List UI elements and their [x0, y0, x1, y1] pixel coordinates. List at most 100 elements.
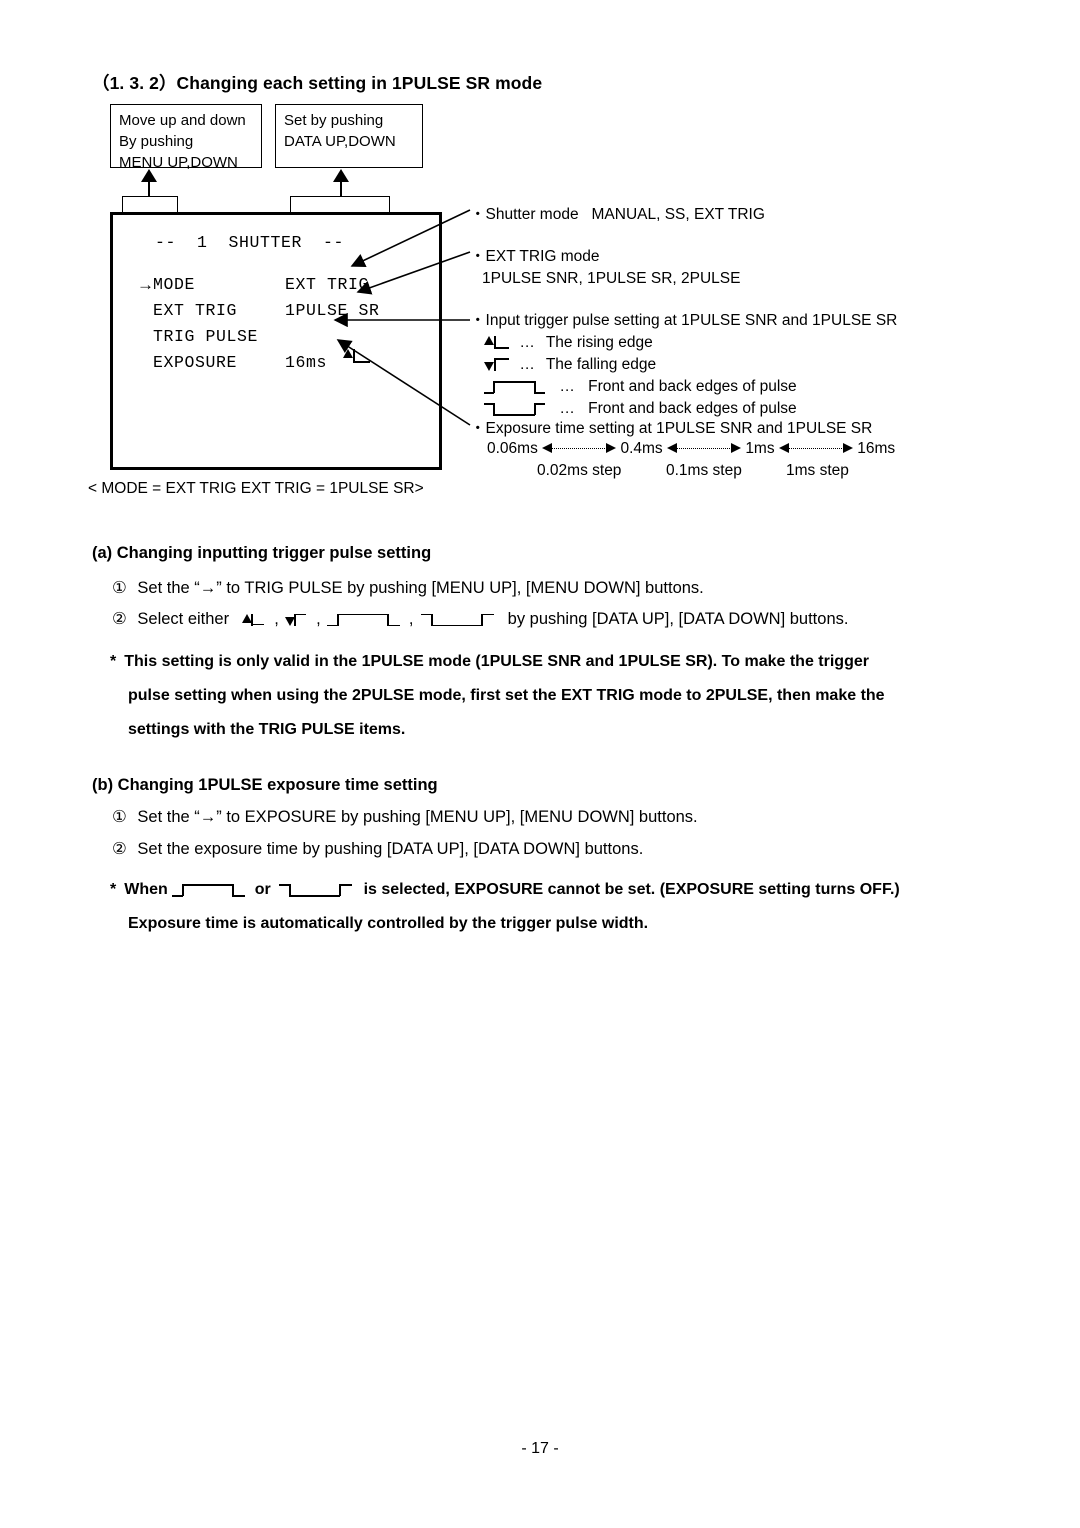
step-text-post: by pushing [DATA UP], [DATA DOWN] button…	[507, 610, 849, 628]
callout-menu-line3: MENU UP,DOWN	[119, 154, 238, 171]
annotation-exposure-label: Exposure time setting at 1PULSE SNR and …	[485, 420, 873, 437]
step-number: ②	[112, 840, 127, 858]
legend-falling-edge: … The falling edge	[484, 354, 656, 375]
callout-data-line2: DATA UP,DOWN	[284, 133, 396, 150]
annotation-shutter-mode-label: Shutter mode	[485, 206, 579, 223]
section-a-step-1: ① Set the “→” to TRIG PULSE by pushing […	[112, 578, 704, 598]
annotation-trig-pulse: ・Input trigger pulse setting at 1PULSE S…	[470, 310, 897, 331]
note-tail: is selected, EXPOSURE cannot be set. (EX…	[363, 881, 900, 898]
step-number: ①	[112, 808, 127, 826]
osd-row-label-exttrig: EXT TRIG	[153, 301, 238, 320]
legend-negative-pulse-text: Front and back edges of pulse	[588, 400, 797, 417]
legend-negative-pulse: … Front and back edges of pulse	[484, 398, 797, 419]
positive-pulse-icon	[327, 612, 401, 628]
range-arrow-3	[778, 443, 853, 454]
exposure-point-2: 1ms	[745, 440, 775, 457]
connector-arrowhead-menu	[141, 169, 157, 182]
step-text: Set the exposure time by pushing [DATA U…	[137, 840, 644, 858]
annotation-ext-trig-mode-label: EXT TRIG mode	[485, 248, 600, 265]
section-a-heading: (a) Changing inputting trigger pulse set…	[92, 544, 432, 562]
exposure-step-0: 0.02ms step	[537, 462, 622, 479]
comma: ,	[274, 610, 279, 628]
note-asterisk: *	[110, 653, 117, 670]
annotation-trig-pulse-label: Input trigger pulse setting at 1PULSE SN…	[485, 312, 898, 329]
comma: ,	[316, 610, 321, 628]
osd-row-label-trigpulse: TRIG PULSE	[153, 327, 259, 346]
section-a-note-line1: * This setting is only valid in the 1PULS…	[110, 645, 885, 679]
section-b-step-1: ① Set the “→” to EXPOSURE by pushing [ME…	[112, 807, 698, 827]
callout-data-updown: Set by pushing DATA UP,DOWN	[275, 104, 423, 168]
osd-row-label-mode: MODE	[153, 275, 196, 294]
annotation-ext-trig-mode-values: 1PULSE SNR, 1PULSE SR, 2PULSE	[482, 270, 741, 287]
legend-dots: …	[519, 356, 535, 373]
exposure-point-3: 16ms	[857, 440, 896, 457]
exposure-step-2: 1ms step	[786, 462, 849, 479]
negative-pulse-icon	[279, 882, 353, 898]
step-text: Set the “→” to EXPOSURE by pushing [MENU…	[137, 808, 698, 826]
legend-dots: …	[559, 378, 575, 395]
section-a-note: * This setting is only valid in the 1PULS…	[110, 645, 885, 747]
rising-edge-icon	[241, 612, 268, 628]
section-b-note-line2: Exposure time is automatically controlle…	[128, 915, 649, 932]
bullet-dot: ・	[470, 420, 486, 437]
annotation-exposure: ・Exposure time setting at 1PULSE SNR and…	[470, 418, 872, 439]
section-b-note: * When or is selected, EXPOSURE cannot be…	[110, 873, 900, 941]
legend-positive-pulse: … Front and back edges of pulse	[484, 376, 797, 397]
step-text: Set the “→” to TRIG PULSE by pushing [ME…	[137, 579, 704, 597]
exposure-range-scale: 0.06ms 0.4ms 1ms 16ms	[487, 440, 895, 458]
step-number: ①	[112, 579, 127, 597]
legend-rising-edge: … The rising edge	[484, 332, 653, 353]
legend-falling-edge-text: The falling edge	[545, 356, 657, 373]
section-b-heading: (b) Changing 1PULSE exposure time settin…	[92, 776, 438, 794]
section-b-note-line1: * When or is selected, EXPOSURE cannot be…	[110, 873, 900, 907]
document-page: （1. 3. 2）Changing each setting in 1PULSE…	[0, 0, 1080, 1528]
monitor-caption: < MODE = EXT TRIG EXT TRIG = 1PULSE SR>	[88, 480, 424, 497]
page-number: - 17 -	[521, 1440, 559, 1457]
legend-dots: …	[559, 400, 575, 417]
osd-title: -- 1 SHUTTER --	[155, 233, 345, 252]
page-title: （1. 3. 2）Changing each setting in 1PULSE…	[92, 73, 543, 93]
osd-cursor-arrow: →	[137, 275, 155, 294]
exposure-point-1: 0.4ms	[620, 440, 663, 457]
connector-arrowhead-data	[333, 169, 349, 182]
rising-edge-icon	[484, 335, 512, 351]
callout-menu-updown: Move up and down By pushing MENU UP,DOWN	[110, 104, 262, 171]
legend-positive-pulse-text: Front and back edges of pulse	[588, 378, 797, 395]
callout-data-line1: Set by pushing	[284, 112, 384, 129]
comma: ,	[408, 610, 414, 628]
exposure-point-0: 0.06ms	[487, 440, 538, 457]
positive-pulse-icon	[172, 882, 246, 898]
osd-row-value-exposure: 16ms	[285, 353, 328, 372]
note-text: This setting is only valid in the 1PULSE…	[124, 653, 869, 670]
negative-pulse-icon	[421, 612, 495, 628]
range-arrow-2	[667, 443, 741, 454]
osd-monitor-panel: -- 1 SHUTTER -- → MODE EXT TRIG EXT TRIG…	[110, 212, 442, 470]
step-text-pre: Select either	[137, 610, 230, 628]
annotation-shutter-mode-values: MANUAL, SS, EXT TRIG	[591, 206, 765, 223]
range-arrow-1	[542, 443, 617, 454]
osd-row-label-exposure: EXPOSURE	[153, 353, 238, 372]
step-number: ②	[112, 610, 127, 628]
annotation-ext-trig-mode: ・EXT TRIG mode	[470, 246, 600, 267]
bullet-dot: ・	[470, 312, 486, 329]
falling-edge-icon	[484, 357, 512, 373]
positive-pulse-icon	[484, 379, 546, 395]
exposure-step-1: 0.1ms step	[666, 462, 742, 479]
annotation-shutter-mode: ・Shutter mode MANUAL, SS, EXT TRIG	[470, 204, 765, 225]
bullet-dot: ・	[470, 206, 486, 223]
section-b-step-2: ② Set the exposure time by pushing [DATA…	[112, 839, 643, 859]
falling-edge-icon	[285, 612, 309, 628]
callout-menu-line1: Move up and down	[119, 112, 246, 129]
negative-pulse-icon	[484, 401, 546, 417]
note-or: or	[254, 881, 271, 898]
legend-dots: …	[519, 334, 535, 351]
section-a-note-line3: settings with the TRIG PULSE items.	[128, 721, 406, 738]
callout-menu-line2: By pushing	[119, 133, 194, 150]
note-when: When	[124, 881, 168, 898]
osd-row-value-exttrig: 1PULSE SR	[285, 301, 380, 320]
note-asterisk: *	[110, 881, 117, 898]
section-a-note-line2: pulse setting when using the 2PULSE mode…	[128, 687, 885, 704]
legend-rising-edge-text: The rising edge	[545, 334, 653, 351]
osd-row-value-mode: EXT TRIG	[285, 275, 370, 294]
section-a-step-2: ② Select either , , , by pushing [DATA U…	[112, 609, 848, 629]
